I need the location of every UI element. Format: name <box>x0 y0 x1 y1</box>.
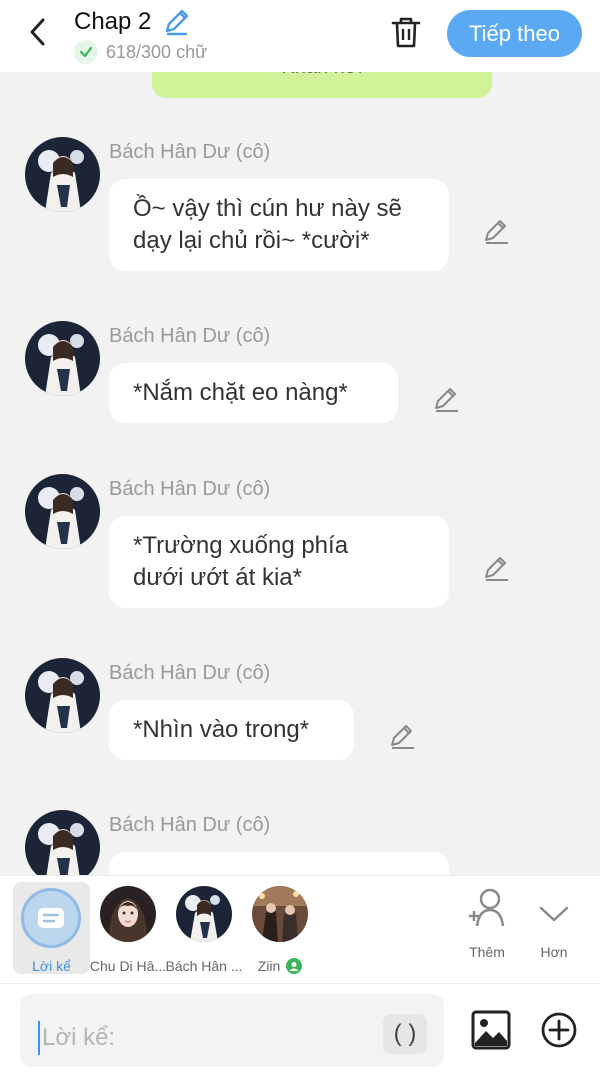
check-icon <box>74 40 98 64</box>
sender-name: Bách Hân Dư (cô) <box>109 662 271 684</box>
message-text: *Trường xuống phía dưới ướt át kia* <box>133 532 349 591</box>
sender-name: Bách Hân Dư (cô) <box>109 478 271 500</box>
more-button[interactable]: Hơn <box>524 886 584 966</box>
add-character-button[interactable]: Thêm <box>457 886 517 966</box>
character-name-row: Ziin <box>238 958 322 975</box>
top-bar: Chap 2 618/300 chữ Tiếp theo <box>0 0 600 72</box>
back-button[interactable] <box>20 14 56 50</box>
message-bubble[interactable]: *Trường xuống phía dưới ướt át kia* <box>109 516 449 608</box>
character-name: Bách Hân ... <box>165 958 243 974</box>
delete-button[interactable] <box>386 12 426 52</box>
more-label: Hơn <box>540 944 568 960</box>
pencil-icon <box>485 220 508 244</box>
parentheses-button[interactable]: ( ) <box>383 1014 427 1054</box>
message-bubble[interactable]: *Nhìn vào trong* <box>109 700 354 760</box>
edit-message-button[interactable] <box>480 215 512 247</box>
next-button[interactable]: Tiếp theo <box>447 10 582 57</box>
edit-title-icon[interactable] <box>162 6 192 36</box>
character-name: Chu Di Hâ... <box>89 958 167 974</box>
composer: Lời kể: ( ) <box>0 983 600 1075</box>
message-bubble[interactable] <box>109 852 449 875</box>
word-count-row: 618/300 chữ <box>74 40 207 64</box>
chapter-title: Chap 2 <box>74 8 152 35</box>
edit-message-button[interactable] <box>386 720 418 752</box>
chevron-down-icon <box>539 906 569 922</box>
sender-name: Bách Hân Dư (cô) <box>109 141 271 163</box>
character-option[interactable]: Ziin <box>242 882 318 975</box>
narrator-label: Lời kể <box>32 958 71 974</box>
edit-message-button[interactable] <box>430 383 462 415</box>
pencil-icon <box>485 557 508 581</box>
character-selector: Lời kể Chu Di Hâ... Bách Hân ... Ziin Th… <box>0 875 600 983</box>
text-caret <box>38 1021 40 1055</box>
message-input[interactable]: Lời kể: ( ) <box>20 994 444 1067</box>
character-option[interactable]: Chu Di Hâ... <box>90 882 166 974</box>
narration-icon <box>21 888 81 948</box>
pencil-icon <box>435 388 458 412</box>
narration-bubble[interactable]: Khẩn nơi <box>152 72 492 98</box>
chat-area[interactable]: Khẩn nơi Bách Hân Dư (cô) Ồ~ vậy thì cún… <box>0 72 600 875</box>
message-bubble[interactable]: Ồ~ vậy thì cún hư này sẽ dạy lại chủ rồi… <box>109 179 449 271</box>
character-avatar[interactable] <box>25 658 100 733</box>
pencil-icon <box>391 725 414 749</box>
character-name: Ziin <box>257 958 281 974</box>
character-avatar <box>176 886 232 942</box>
add-person-icon <box>469 888 505 927</box>
word-count: 618/300 chữ <box>106 41 208 62</box>
message-text: *Nhìn vào trong* <box>133 716 310 743</box>
input-placeholder: Lời kể: <box>42 1024 116 1051</box>
sender-name: Bách Hân Dư (cô) <box>109 325 271 347</box>
plus-circle-icon <box>541 1012 577 1048</box>
message-bubble[interactable]: *Nắm chặt eo nàng* <box>109 363 398 423</box>
character-option[interactable]: Bách Hân ... <box>165 882 243 974</box>
narrator-option[interactable]: Lời kể <box>13 882 90 974</box>
trash-icon <box>391 17 421 48</box>
message-text: *Nắm chặt eo nàng* <box>133 379 348 406</box>
add-button[interactable] <box>540 1011 578 1049</box>
message-text: Ồ~ vậy thì cún hư này sẽ dạy lại chủ rồi… <box>133 195 402 254</box>
sender-name: Bách Hân Dư (cô) <box>109 814 271 836</box>
insert-image-button[interactable] <box>470 1009 512 1051</box>
add-character-label: Thêm <box>469 944 505 960</box>
character-avatar[interactable] <box>25 137 100 212</box>
character-avatar[interactable] <box>25 474 100 549</box>
image-icon <box>471 1010 511 1050</box>
character-avatar[interactable] <box>25 810 100 875</box>
edit-message-button[interactable] <box>480 552 512 584</box>
chevron-left-icon <box>30 18 45 46</box>
character-avatar[interactable] <box>25 321 100 396</box>
character-avatar <box>100 886 156 942</box>
character-avatar <box>252 886 308 942</box>
badge-icon <box>286 958 303 975</box>
